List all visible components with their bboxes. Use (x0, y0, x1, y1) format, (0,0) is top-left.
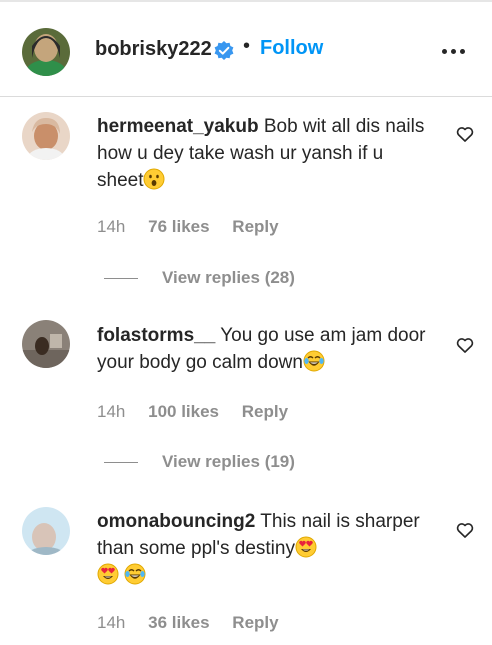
comment-username[interactable]: folastorms__ (97, 325, 215, 346)
heart-eyes-emoji-icon (97, 563, 119, 585)
comment-likes[interactable]: 100 likes (148, 402, 219, 421)
author-username[interactable]: bobrisky222 (95, 38, 212, 61)
comment-text: hermeenat_yakub Bob wit all dis nails ho… (97, 113, 427, 194)
comment-text: omonabouncing2 This nail is sharper than… (97, 508, 427, 589)
comment-username[interactable]: hermeenat_yakub (97, 116, 259, 137)
comment-meta: 14h 100 likes Reply (97, 402, 306, 422)
face-with-tears-of-joy-emoji-icon (124, 563, 146, 585)
view-replies-label: View replies (28) (162, 268, 295, 287)
reply-button[interactable]: Reply (232, 217, 278, 236)
view-replies-button[interactable]: View replies (28) (104, 268, 295, 288)
comment-meta: 14h 76 likes Reply (97, 217, 297, 237)
heart-eyes-emoji-icon (295, 536, 317, 558)
commenter-avatar[interactable] (22, 112, 70, 160)
more-options-icon[interactable] (440, 42, 468, 62)
comment-likes[interactable]: 76 likes (148, 217, 209, 236)
author-avatar[interactable] (22, 28, 70, 76)
post-header: bobrisky222 • Follow (0, 2, 492, 97)
comment-time: 14h (97, 217, 126, 236)
separator-dot: • (243, 35, 251, 57)
face-with-tears-of-joy-emoji-icon (303, 350, 325, 372)
comment-likes[interactable]: 36 likes (148, 613, 209, 632)
reply-button[interactable]: Reply (232, 613, 278, 632)
commenter-avatar[interactable] (22, 320, 70, 368)
like-heart-icon[interactable] (455, 124, 475, 144)
replies-divider-line (104, 278, 138, 280)
follow-button[interactable]: Follow (260, 37, 323, 60)
comment-time: 14h (97, 402, 126, 421)
like-heart-icon[interactable] (455, 335, 475, 355)
hushed-face-emoji-icon (143, 168, 165, 190)
comment-meta: 14h 36 likes Reply (97, 613, 297, 633)
view-replies-button[interactable]: View replies (19) (104, 452, 295, 472)
comment-time: 14h (97, 613, 126, 632)
view-replies-label: View replies (19) (162, 452, 295, 471)
commenter-avatar[interactable] (22, 507, 70, 555)
reply-button[interactable]: Reply (242, 402, 288, 421)
replies-divider-line (104, 462, 138, 464)
like-heart-icon[interactable] (455, 520, 475, 540)
comment-text: folastorms__ You go use am jam door your… (97, 322, 427, 376)
comment-username[interactable]: omonabouncing2 (97, 511, 255, 532)
verified-badge-icon (214, 41, 234, 60)
